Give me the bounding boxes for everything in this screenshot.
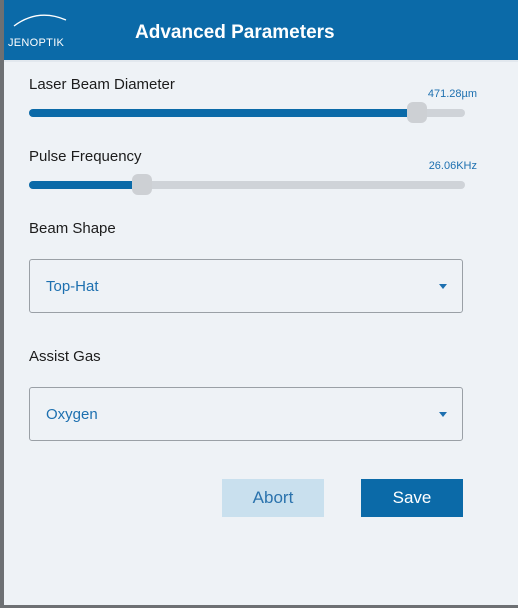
chevron-down-icon[interactable]: [439, 412, 447, 417]
beam-shape-select[interactable]: Top-Hat: [29, 259, 463, 313]
beam-diameter-label: Laser Beam Diameter: [29, 76, 175, 93]
logo-text: JENOPTIK: [8, 37, 65, 49]
assist-gas-label: Assist Gas: [29, 348, 101, 365]
slider-fill: [29, 181, 143, 189]
assist-gas-select[interactable]: Oxygen: [29, 387, 463, 441]
assist-gas-value: Oxygen: [46, 406, 98, 423]
beam-diameter-value: 471.28µm: [427, 88, 477, 100]
save-button[interactable]: Save: [361, 479, 463, 517]
dialog-window: JENOPTIK Advanced Parameters Laser Beam …: [0, 0, 518, 608]
beam-shape-value: Top-Hat: [46, 278, 99, 295]
slider-fill: [29, 109, 418, 117]
chevron-down-icon[interactable]: [439, 284, 447, 289]
dialog-title: Advanced Parameters: [135, 22, 335, 43]
slider-thumb[interactable]: [132, 174, 153, 195]
abort-button[interactable]: Abort: [222, 479, 324, 517]
beam-diameter-slider[interactable]: 471.28µm: [29, 88, 477, 128]
jenoptik-logo: JENOPTIK: [6, 6, 72, 56]
slider-thumb[interactable]: [407, 102, 428, 123]
logo-arc-icon: [13, 14, 67, 27]
beam-shape-label: Beam Shape: [29, 220, 116, 237]
pulse-frequency-label: Pulse Frequency: [29, 148, 142, 165]
pulse-frequency-slider[interactable]: 26.06KHz: [29, 160, 477, 200]
pulse-frequency-value: 26.06KHz: [428, 160, 477, 172]
dialog-header: JENOPTIK Advanced Parameters: [4, 0, 518, 62]
